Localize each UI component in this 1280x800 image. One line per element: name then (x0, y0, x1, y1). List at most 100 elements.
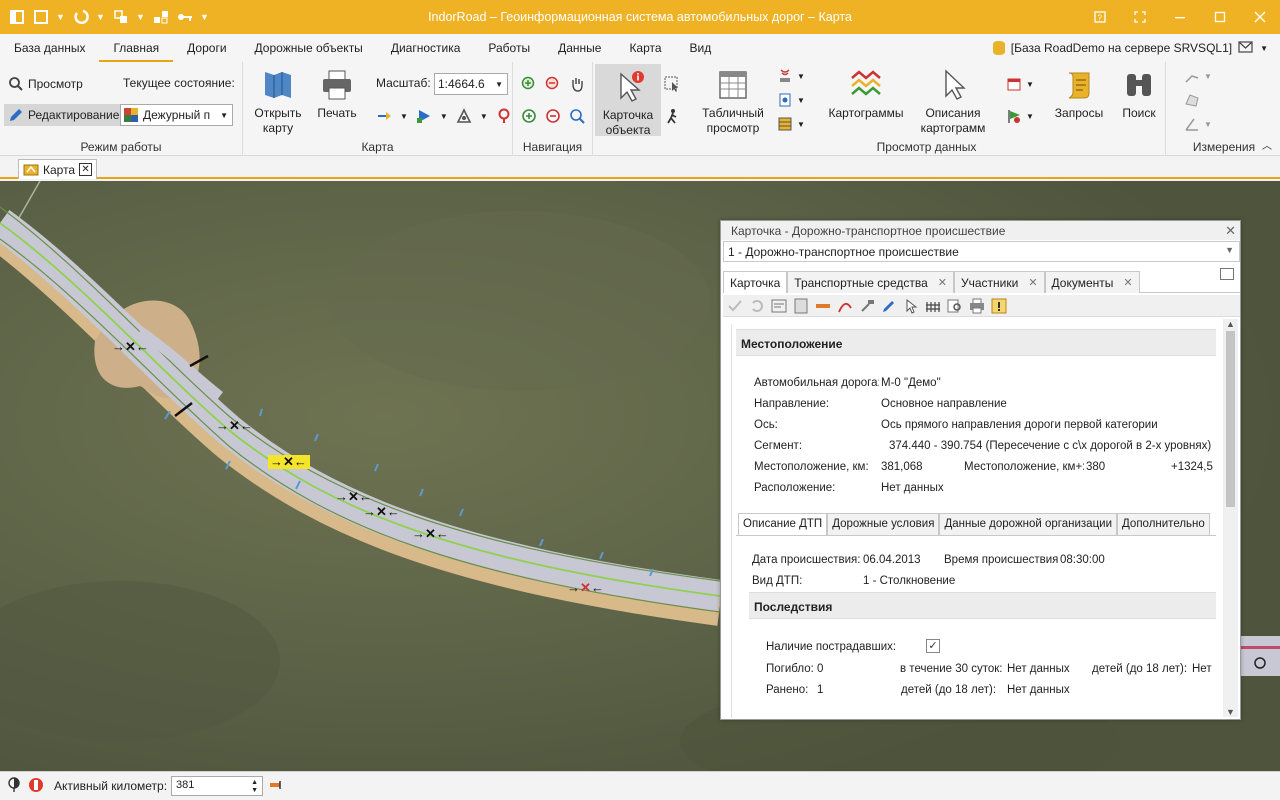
record-icon[interactable] (28, 777, 44, 796)
accident-marker[interactable]: →✕← (412, 526, 449, 541)
accident-marker[interactable]: →✕← (112, 339, 149, 354)
signal-tool-icon[interactable]: ▼ (777, 68, 805, 84)
tab-documents[interactable]: Документы ✕ (1044, 271, 1140, 293)
menu-home[interactable]: Главная (99, 34, 174, 62)
calendar-tool-icon[interactable]: ▼ (1006, 76, 1034, 92)
walker-icon[interactable] (664, 108, 680, 124)
route-tool-icon[interactable] (376, 108, 392, 124)
zoom-extent-icon[interactable] (569, 108, 585, 124)
undo-icon[interactable] (72, 8, 90, 26)
curve-tool-icon[interactable] (837, 298, 853, 314)
tab-map[interactable]: Карта ✕ (18, 159, 98, 179)
view-mode-button[interactable]: Просмотр (8, 76, 83, 92)
play-tool-icon[interactable] (416, 108, 432, 124)
layers-tool-icon[interactable] (112, 8, 130, 26)
database-indicator[interactable]: [База RoadDemo на сервере SRVSQL1] ▼ (992, 34, 1268, 62)
menu-database[interactable]: База данных (0, 34, 99, 62)
objects-tool-icon[interactable] (152, 8, 170, 26)
measure-angle-icon[interactable]: ▼ (1184, 116, 1212, 132)
zoom-out-icon[interactable] (545, 76, 561, 92)
key-dropdown-icon[interactable]: ▼ (200, 12, 210, 22)
tab-close-icon[interactable]: ✕ (1028, 276, 1037, 293)
subtab-accident-description[interactable]: Описание ДТП (738, 513, 828, 535)
tab-participants[interactable]: Участники ✕ (953, 271, 1045, 293)
zoom-in-icon[interactable] (521, 76, 537, 92)
list-icon[interactable] (793, 298, 809, 314)
open-map-button[interactable]: Открыть карту (251, 68, 305, 136)
scroll-up-icon[interactable]: ▲ (1226, 319, 1235, 329)
undo-dropdown-icon[interactable]: ▼ (96, 12, 106, 22)
menu-view[interactable]: Вид (676, 34, 726, 62)
close-tab-icon[interactable]: ✕ (79, 163, 93, 176)
accident-marker[interactable]: →✕← (567, 580, 604, 595)
zoom-in-plus-icon[interactable] (521, 108, 537, 124)
window-icon[interactable] (32, 8, 50, 26)
scroll-down-icon[interactable]: ▼ (1226, 707, 1235, 717)
subtab-additional[interactable]: Дополнительно (1117, 513, 1210, 535)
hammer-icon[interactable] (859, 298, 875, 314)
undo-icon[interactable] (749, 298, 765, 314)
flag-tool-icon[interactable]: ▼ (1006, 108, 1034, 124)
accident-marker[interactable]: →✕← (216, 418, 253, 433)
measure-ruler-icon[interactable] (815, 298, 831, 314)
pen-edit-icon[interactable] (881, 298, 897, 314)
menu-data[interactable]: Данные (544, 34, 615, 62)
cartogram-descriptions-button[interactable]: Описания картограмм (916, 68, 990, 136)
object-card-button[interactable]: Карточка объекта (595, 64, 661, 137)
qat-dropdown-icon[interactable]: ▼ (56, 12, 66, 22)
card-object-select[interactable]: 1 - Дорожно-транспортное происшествие ▼ (723, 241, 1240, 262)
warning-icon[interactable] (991, 298, 1007, 314)
tab-vehicles[interactable]: Транспортные средства ✕ (787, 271, 954, 293)
accident-marker-selected[interactable]: →✕← (268, 454, 310, 469)
accident-marker[interactable]: →✕← (363, 504, 400, 519)
panel-layout-icon[interactable] (8, 8, 26, 26)
select-box-icon[interactable] (664, 76, 680, 92)
scroll-thumb[interactable] (1226, 331, 1235, 507)
key-tool-icon[interactable] (176, 8, 194, 26)
cartograms-button[interactable]: Картограммы (824, 68, 908, 121)
collapse-ribbon-icon[interactable]: ︿ (1262, 137, 1272, 152)
document-tool-icon[interactable]: ▼ (777, 92, 805, 108)
card-scrollbar[interactable]: ▲ ▼ (1223, 319, 1238, 717)
subtab-road-org-data[interactable]: Данные дорожной организации (939, 513, 1118, 535)
search-doc-icon[interactable] (947, 298, 963, 314)
tab-close-icon[interactable]: ✕ (938, 276, 947, 293)
text-edit-icon[interactable] (771, 298, 787, 314)
fullscreen-icon[interactable] (1120, 0, 1160, 34)
measure-area-icon[interactable] (1184, 92, 1200, 108)
edit-mode-button[interactable]: Редактирование (4, 104, 124, 126)
maximize-button[interactable] (1200, 0, 1240, 34)
injured-checkbox[interactable]: ✓ (926, 639, 940, 653)
mail-icon[interactable] (1238, 40, 1254, 56)
spinner-icon[interactable]: ▲ ▼ (251, 779, 258, 794)
close-button[interactable] (1240, 0, 1280, 34)
route-dropdown-icon[interactable]: ▼ (400, 112, 408, 121)
menu-road-objects[interactable]: Дорожные объекты (241, 34, 377, 62)
play-dropdown-icon[interactable]: ▼ (440, 112, 448, 121)
menu-roads[interactable]: Дороги (173, 34, 240, 62)
measure-distance-icon[interactable]: ▼ (1184, 68, 1212, 84)
help-icon[interactable]: ? (1080, 0, 1120, 34)
fence-icon[interactable] (925, 298, 941, 314)
grid-tool-icon[interactable]: ▼ (777, 116, 805, 132)
mail-dropdown-icon[interactable]: ▼ (1260, 44, 1268, 53)
active-km-input[interactable]: 381 ▲ ▼ (171, 776, 264, 796)
tab-card[interactable]: Карточка (723, 271, 788, 293)
minimize-button[interactable] (1160, 0, 1200, 34)
queries-button[interactable]: Запросы (1050, 68, 1108, 121)
state-select[interactable]: Дежурный п ▼ (120, 104, 233, 126)
print-icon[interactable] (969, 298, 985, 314)
pointer-edit-icon[interactable] (903, 298, 919, 314)
layer-toggle-icon[interactable] (8, 776, 22, 796)
search-button[interactable]: Поиск (1114, 68, 1164, 121)
subtab-road-conditions[interactable]: Дорожные условия (827, 513, 940, 535)
km-marker-icon[interactable] (269, 779, 285, 793)
card-close-icon[interactable]: ✕ (1225, 223, 1236, 239)
location-pin-icon[interactable] (496, 108, 512, 124)
apply-check-icon[interactable] (727, 298, 743, 314)
measure-tool-icon[interactable] (456, 108, 472, 124)
menu-map[interactable]: Карта (615, 34, 675, 62)
zoom-out-minus-icon[interactable] (545, 108, 561, 124)
pan-hand-icon[interactable] (569, 76, 585, 92)
measure-dropdown-icon[interactable]: ▼ (480, 112, 488, 121)
